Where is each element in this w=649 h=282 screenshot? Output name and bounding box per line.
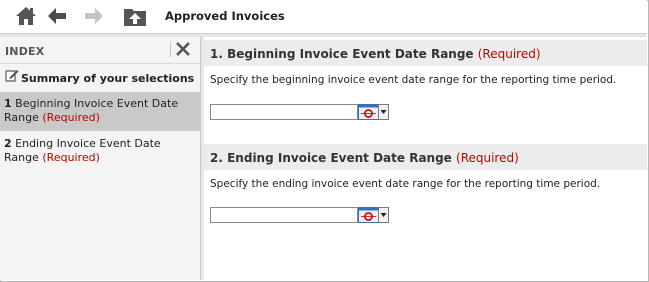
calendar-icon[interactable] <box>358 104 389 120</box>
close-icon[interactable] <box>176 42 190 56</box>
calendar-icon[interactable] <box>358 207 389 223</box>
sidebar-item-ending-date-range[interactable]: 2 Ending Invoice Event Date Range (Requi… <box>0 132 200 171</box>
section-header-beginning: 1. Beginning Invoice Event Date Range (R… <box>204 40 647 66</box>
folder-up-icon[interactable] <box>123 5 147 27</box>
divider <box>170 42 171 57</box>
index-sidebar: INDEX Summary of your selections 1 Begin… <box>0 37 201 280</box>
section-number: 2. <box>210 151 223 165</box>
arrow-left-icon[interactable] <box>45 5 69 27</box>
required-marker: (Required) <box>477 47 541 61</box>
section-title-text: Beginning Invoice Event Date Range <box>227 47 474 61</box>
index-header: INDEX <box>0 37 200 64</box>
required-marker: (Required) <box>456 151 519 165</box>
index-title: INDEX <box>5 45 45 58</box>
toolbar: Approved Invoices <box>0 0 647 33</box>
sidebar-item-beginning-date-range[interactable]: 1 Beginning Invoice Event Date Range (Re… <box>0 92 200 131</box>
section-title: 2. Ending Invoice Event Date Range (Requ… <box>210 151 519 165</box>
section-header-ending: 2. Ending Invoice Event Date Range (Requ… <box>204 144 647 170</box>
summary-of-selections-link[interactable]: Summary of your selections <box>0 64 200 90</box>
section-title: 1. Beginning Invoice Event Date Range (R… <box>210 47 541 61</box>
page-title: Approved Invoices <box>165 9 285 23</box>
edit-icon <box>5 68 19 82</box>
section-title-text: Ending Invoice Event Date Range <box>227 151 452 165</box>
section-description: Specify the ending invoice event date ra… <box>210 178 601 190</box>
section-description: Specify the beginning invoice event date… <box>210 74 617 86</box>
arrow-right-icon[interactable] <box>82 5 106 27</box>
required-marker: (Required) <box>42 151 100 164</box>
beginning-date-input[interactable] <box>210 104 358 120</box>
section-number: 1. <box>210 47 223 61</box>
required-marker: (Required) <box>42 111 100 124</box>
main-content: 1. Beginning Invoice Event Date Range (R… <box>204 37 647 280</box>
sidebar-item-number: 1 <box>4 97 12 110</box>
sidebar-item-number: 2 <box>4 137 12 150</box>
ending-date-input[interactable] <box>210 207 358 223</box>
home-icon[interactable] <box>14 5 38 27</box>
summary-label: Summary of your selections <box>21 72 195 85</box>
